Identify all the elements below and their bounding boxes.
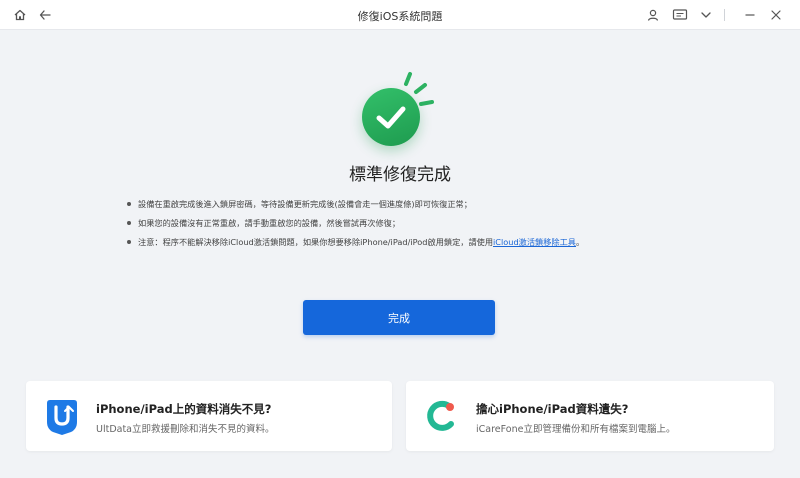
instruction-list: 設備在重啟完成後進入鎖屏密碼，等待設備更新完成後(設備會走一個進度條)即可恢復正… (127, 199, 727, 256)
list-item: 如果您的設備沒有正常重啟，請手動重啟您的設備，然後嘗試再次修復； (127, 218, 727, 229)
user-icon (647, 9, 659, 21)
close-icon (771, 10, 781, 20)
ultdata-app-icon (47, 400, 77, 435)
note-text: 如果您的設備沒有正常重啟，請手動重啟您的設備，然後嘗試再次修復； (138, 218, 401, 228)
feedback-button[interactable] (670, 5, 690, 25)
promo-description: iCareFone立即管理備份和所有檔案到電腦上。 (476, 424, 676, 435)
account-button[interactable] (643, 5, 663, 25)
promo-title: iPhone/iPad上的資料消失不見? (96, 402, 272, 416)
feedback-icon (672, 9, 688, 20)
list-item: 注意：程序不能解決移除iCloud激活鎖問題，如果你想要移除iPhone/iPa… (127, 237, 727, 248)
back-button[interactable] (35, 5, 55, 25)
icloud-activation-lock-removal-link[interactable]: iCloud激活鎖移除工具 (493, 237, 576, 247)
icarefone-app-icon (427, 400, 454, 431)
ultdata-promo-card[interactable]: iPhone/iPad上的資料消失不見? UltData立即救援刪除和消失不見的… (26, 381, 392, 451)
done-button[interactable]: 完成 (303, 300, 495, 335)
icarefone-promo-card[interactable]: 擔心iPhone/iPad資料遺失? iCareFone立即管理備份和所有檔案到… (406, 381, 774, 451)
titlebar-divider (724, 9, 725, 21)
note-text-end: 。 (576, 237, 585, 247)
note-text: 注意：程序不能解決移除iCloud激活鎖問題，如果你想要移除iPhone/iPa… (138, 237, 494, 247)
close-button[interactable] (766, 5, 786, 25)
back-arrow-icon (39, 10, 51, 20)
success-indicator (355, 68, 445, 156)
promo-title: 擔心iPhone/iPad資料遺失? (476, 402, 629, 416)
menu-dropdown-button[interactable] (696, 5, 716, 25)
note-text: 設備在重啟完成後進入鎖屏密碼，等待設備更新完成後(設備會走一個進度條)即可恢復正… (138, 199, 472, 209)
home-icon (14, 9, 26, 21)
promo-description: UltData立即救援刪除和消失不見的資料。 (96, 424, 275, 435)
home-button[interactable] (10, 5, 30, 25)
title-bar: 修復iOS系統問題 (0, 0, 800, 30)
chevron-down-icon (701, 12, 711, 18)
success-check-icon (362, 88, 420, 146)
repair-complete-title: 標準修復完成 (349, 165, 451, 185)
list-item: 設備在重啟完成後進入鎖屏密碼，等待設備更新完成後(設備會走一個進度條)即可恢復正… (127, 199, 727, 210)
minimize-icon (745, 14, 755, 16)
minimize-button[interactable] (740, 5, 760, 25)
